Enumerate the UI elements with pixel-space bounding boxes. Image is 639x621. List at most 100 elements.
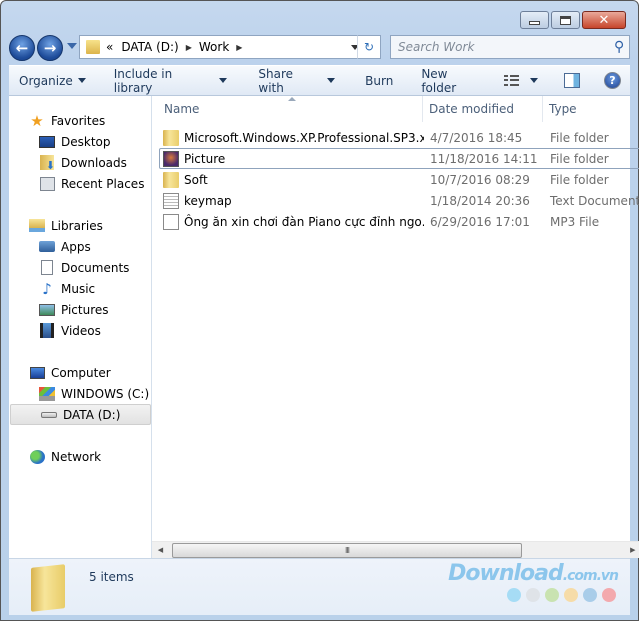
share-with-button[interactable]: Share with bbox=[249, 66, 344, 95]
file-date: 10/7/2016 08:29 bbox=[430, 172, 530, 187]
sidebar-item-apps[interactable]: Apps bbox=[9, 236, 151, 257]
organize-button[interactable]: Organize bbox=[9, 66, 95, 95]
drive-icon bbox=[41, 407, 57, 423]
refresh-button[interactable]: ↻ bbox=[357, 35, 381, 59]
organize-label: Organize bbox=[19, 73, 73, 88]
watermark-dot bbox=[507, 588, 521, 602]
sidebar-item-pictures[interactable]: Pictures bbox=[9, 299, 151, 320]
column-header-date-modified[interactable]: Date modified bbox=[423, 96, 543, 122]
sidebar-label: Recent Places bbox=[61, 176, 145, 191]
column-header-name[interactable]: Name bbox=[152, 96, 423, 122]
recent-pages-dropdown[interactable] bbox=[67, 43, 77, 49]
breadcrumb-separator-icon[interactable]: ▶ bbox=[186, 43, 192, 52]
command-bar: Organize Include in library Share with B… bbox=[9, 65, 630, 96]
breadcrumb-separator-icon[interactable]: ▶ bbox=[236, 43, 242, 52]
computer-icon bbox=[29, 365, 45, 381]
sidebar-item-favorites[interactable]: ★ Favorites bbox=[9, 110, 151, 131]
sidebar-label: DATA (D:) bbox=[63, 407, 121, 422]
pictures-icon bbox=[39, 302, 55, 318]
watermark-dots bbox=[448, 588, 616, 602]
horizontal-scrollbar[interactable]: ◀ III ▶ bbox=[152, 541, 639, 558]
refresh-icon: ↻ bbox=[363, 40, 375, 54]
sidebar-label: Network bbox=[51, 449, 102, 464]
sidebar-item-libraries[interactable]: Libraries bbox=[9, 215, 151, 236]
file-type: File folder bbox=[550, 130, 609, 145]
sidebar-label: Computer bbox=[51, 365, 111, 380]
videos-icon bbox=[39, 323, 55, 339]
sidebar-item-computer[interactable]: Computer bbox=[9, 362, 151, 383]
file-type: Text Document bbox=[550, 193, 639, 208]
file-name: Ông ăn xin chơi đàn Piano cực đỉnh ngo..… bbox=[184, 214, 424, 229]
watermark-dot bbox=[564, 588, 578, 602]
file-date: 11/18/2016 14:11 bbox=[430, 151, 538, 166]
maximize-button[interactable] bbox=[551, 11, 580, 29]
picture-folder-icon bbox=[163, 150, 179, 167]
apps-icon bbox=[39, 239, 55, 255]
grip-icon: III bbox=[344, 546, 350, 555]
search-icon[interactable]: ⚲ bbox=[614, 39, 624, 55]
sidebar-item-videos[interactable]: Videos bbox=[9, 320, 151, 341]
sidebar-item-recent-places[interactable]: Recent Places bbox=[9, 173, 151, 194]
sidebar-label: Libraries bbox=[51, 218, 103, 233]
preview-pane-icon bbox=[564, 73, 580, 88]
file-date: 1/18/2014 20:36 bbox=[430, 193, 530, 208]
file-row[interactable]: Microsoft.Windows.XP.Professional.SP3.x.… bbox=[159, 127, 639, 148]
chevron-down-icon bbox=[77, 78, 86, 83]
file-row[interactable]: Picture 11/18/2016 14:11 File folder bbox=[159, 148, 639, 169]
text-file-icon bbox=[163, 192, 179, 209]
include-in-library-button[interactable]: Include in library bbox=[105, 66, 237, 95]
sidebar-item-downloads[interactable]: ⬇ Downloads bbox=[9, 152, 151, 173]
breadcrumb-work[interactable]: Work bbox=[199, 40, 229, 54]
file-name: Soft bbox=[184, 172, 208, 187]
sidebar-label: Desktop bbox=[61, 134, 111, 149]
back-button[interactable]: ← bbox=[9, 35, 35, 61]
file-row[interactable]: Soft 10/7/2016 08:29 File folder bbox=[159, 169, 639, 190]
address-overflow[interactable]: « bbox=[106, 40, 113, 54]
new-folder-button[interactable]: New folder bbox=[412, 66, 495, 95]
sidebar-label: WINDOWS (C:) bbox=[61, 386, 150, 401]
help-button[interactable]: ? bbox=[595, 66, 630, 95]
folder-icon bbox=[86, 40, 100, 54]
column-label: Name bbox=[164, 102, 200, 116]
column-header-type[interactable]: Type bbox=[543, 96, 639, 122]
content-area: ★ Favorites Desktop ⬇ Downloads Recent Pla… bbox=[9, 96, 639, 558]
maximize-icon bbox=[560, 15, 571, 25]
file-row[interactable]: Ông ăn xin chơi đàn Piano cực đỉnh ngo..… bbox=[159, 211, 639, 232]
desktop-icon bbox=[39, 134, 55, 150]
file-date: 4/7/2016 18:45 bbox=[430, 130, 523, 145]
preview-pane-button[interactable] bbox=[555, 66, 589, 95]
minimize-icon bbox=[529, 21, 540, 25]
breadcrumb-data-drive[interactable]: DATA (D:) bbox=[121, 40, 178, 54]
navigation-bar: ← → « DATA (D:) ▶ Work ▶ ↻ Search Work ⚲ bbox=[9, 35, 630, 61]
search-input[interactable]: Search Work ⚲ bbox=[390, 35, 630, 59]
minimize-button[interactable] bbox=[520, 11, 549, 29]
watermark-dot bbox=[602, 588, 616, 602]
burn-button[interactable]: Burn bbox=[356, 66, 402, 95]
sidebar-item-desktop[interactable]: Desktop bbox=[9, 131, 151, 152]
sidebar-item-documents[interactable]: Documents bbox=[9, 257, 151, 278]
forward-button[interactable]: → bbox=[37, 35, 63, 61]
scrollbar-thumb[interactable]: III bbox=[172, 543, 522, 558]
change-view-button[interactable] bbox=[495, 66, 547, 95]
folder-icon bbox=[163, 171, 179, 188]
column-label: Type bbox=[549, 102, 577, 116]
sidebar-item-network[interactable]: Network bbox=[9, 446, 151, 467]
recent-places-icon bbox=[39, 176, 55, 192]
file-type: MP3 File bbox=[550, 214, 600, 229]
file-row[interactable]: keymap 1/18/2014 20:36 Text Document bbox=[159, 190, 639, 211]
sidebar-item-windows-c[interactable]: WINDOWS (C:) bbox=[9, 383, 151, 404]
sidebar-item-music[interactable]: ♪ Music bbox=[9, 278, 151, 299]
address-bar[interactable]: « DATA (D:) ▶ Work ▶ bbox=[79, 35, 365, 59]
column-headers: Name Date modified Type bbox=[152, 96, 639, 122]
scroll-left-icon[interactable]: ◀ bbox=[152, 546, 169, 554]
caption-buttons: ✕ bbox=[520, 11, 626, 29]
file-rows: Microsoft.Windows.XP.Professional.SP3.x.… bbox=[152, 122, 639, 232]
sidebar-item-data-d[interactable]: DATA (D:) bbox=[10, 404, 151, 425]
folder-icon bbox=[31, 564, 65, 612]
libraries-icon bbox=[29, 218, 45, 234]
close-icon: ✕ bbox=[598, 12, 610, 28]
close-button[interactable]: ✕ bbox=[582, 11, 626, 29]
help-icon: ? bbox=[604, 72, 621, 89]
scroll-right-icon[interactable]: ▶ bbox=[624, 546, 639, 554]
details-pane: 5 items Download.com.vn bbox=[9, 558, 630, 615]
